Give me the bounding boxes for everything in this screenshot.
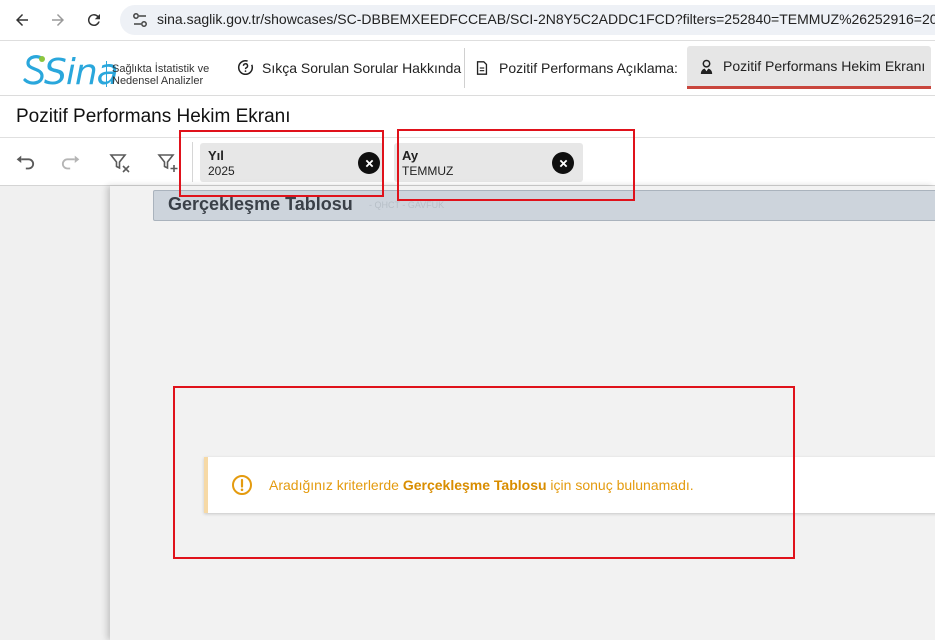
site-info-icon[interactable] <box>131 11 149 29</box>
page-title: Pozitif Performans Hekim Ekranı <box>16 106 291 127</box>
tab-divider <box>464 48 465 88</box>
reload-button[interactable] <box>81 7 107 33</box>
forward-button[interactable] <box>45 7 71 33</box>
reload-icon <box>87 14 100 27</box>
tab-doctor-screen-label: Pozitif Performans Hekim Ekranı <box>723 58 926 74</box>
left-sidebar <box>0 186 110 640</box>
annotation-box-month <box>397 129 635 201</box>
filter-clear-icon <box>109 154 130 173</box>
clear-filters-button[interactable] <box>107 150 133 176</box>
arrow-left-icon <box>16 14 28 26</box>
table-title: Gerçekleşme Tablosu <box>168 194 353 214</box>
filter-add-icon <box>157 154 178 172</box>
undo-icon <box>16 155 35 170</box>
arrow-right-icon <box>52 14 64 26</box>
doctor-icon <box>697 57 715 75</box>
logo-divider <box>106 61 107 87</box>
tab-performance-description-label: Pozitif Performans Açıklama: <box>499 59 678 76</box>
document-icon <box>473 59 491 77</box>
logo-subtitle-line1: Sağlıkta İstatistik ve <box>112 63 210 75</box>
tab-doctor-screen[interactable]: Pozitif Performans Hekim Ekranı <box>687 46 931 89</box>
redo-button[interactable] <box>59 150 85 176</box>
tab-faq-label: Sıkça Sorulan Sorular Hakkında <box>262 59 462 76</box>
annotation-box-year <box>179 130 384 197</box>
annotation-box-message <box>173 386 795 559</box>
back-button[interactable] <box>9 7 35 33</box>
url-text[interactable]: sina.saglik.gov.tr/showcases/SC-DBBEMXEE… <box>157 11 935 27</box>
table-subtitle: - QHCT - GAVFUK <box>369 200 445 210</box>
undo-button[interactable] <box>11 150 37 176</box>
tab-performance-description[interactable]: Pozitif Performans Açıklama: <box>473 46 683 89</box>
logo-subtitle-line2: Nedensel Analizler <box>112 75 204 87</box>
tab-faq[interactable]: Sıkça Sorulan Sorular Hakkında <box>236 46 464 89</box>
add-filter-button[interactable] <box>155 150 181 176</box>
help-circle-icon <box>236 59 254 77</box>
redo-icon <box>61 155 80 170</box>
